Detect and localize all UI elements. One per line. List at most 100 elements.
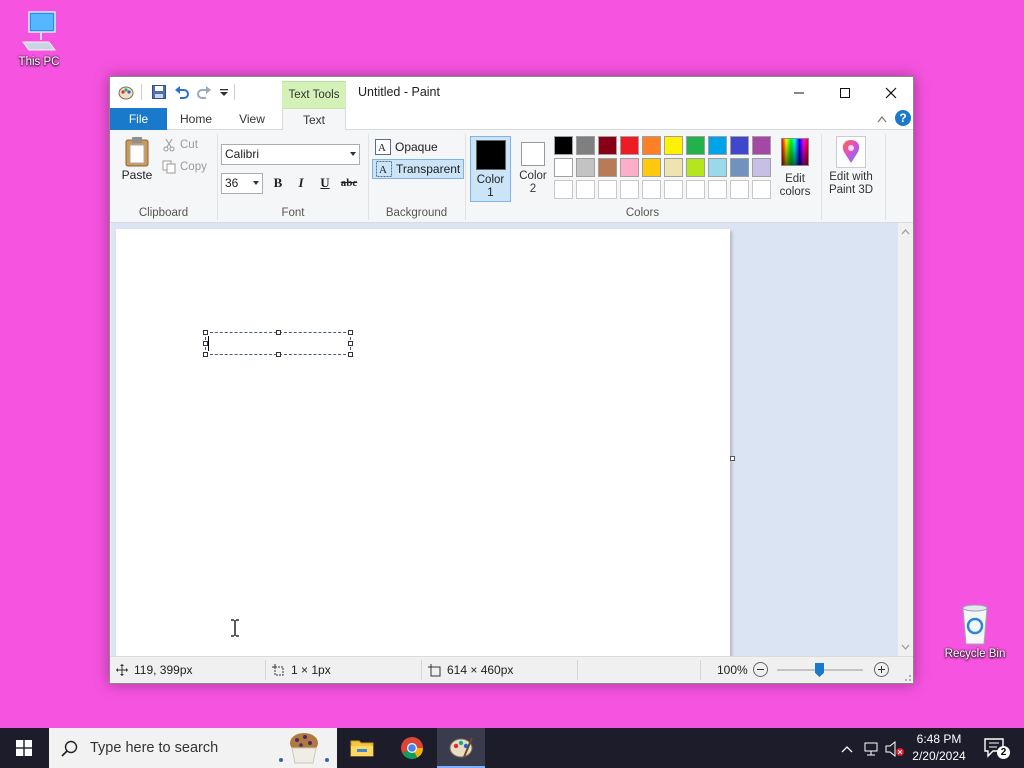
taskbar-clock[interactable]: 6:48 PM 2/20/2024	[905, 731, 973, 765]
canvas-scroll-area[interactable]	[111, 223, 898, 656]
palette-swatch[interactable]	[730, 158, 749, 177]
opaque-button[interactable]: A Opaque	[372, 137, 441, 157]
maximize-button[interactable]	[822, 77, 868, 108]
color2-button[interactable]: Color 2	[513, 136, 553, 202]
taskbar-file-explorer[interactable]	[338, 728, 386, 768]
edit-colors-label-2: colors	[779, 186, 811, 198]
show-hidden-icons-icon[interactable]	[840, 744, 854, 754]
custom-color-slot[interactable]	[642, 180, 661, 199]
redo-icon[interactable]	[196, 84, 212, 100]
scroll-up-icon[interactable]	[898, 225, 913, 239]
collapse-ribbon-icon[interactable]	[876, 114, 888, 124]
custom-color-slot[interactable]	[708, 180, 727, 199]
svg-text:A: A	[379, 164, 387, 176]
custom-color-slot[interactable]	[598, 180, 617, 199]
taskbar-paint[interactable]	[437, 728, 485, 768]
palette-swatch[interactable]	[598, 136, 617, 155]
taskbar-search-box[interactable]: Type here to search	[49, 728, 337, 768]
notification-center-button[interactable]: 2	[980, 728, 1020, 768]
rainbow-icon	[781, 138, 809, 166]
palette-swatch[interactable]	[708, 158, 727, 177]
zoom-slider-thumb[interactable]	[815, 663, 824, 677]
customize-toolbar-icon[interactable]	[216, 84, 232, 100]
cursor-position: 119, 399px	[116, 657, 193, 683]
font-size-select[interactable]: 36	[221, 173, 263, 194]
color1-button[interactable]: Color 1	[470, 136, 511, 202]
network-icon[interactable]	[862, 741, 880, 757]
transparent-button[interactable]: A Transparent	[372, 159, 465, 179]
palette-swatch[interactable]	[730, 136, 749, 155]
palette-swatch[interactable]	[642, 136, 661, 155]
paste-button[interactable]: Paste	[118, 136, 156, 188]
palette-swatch[interactable]	[554, 136, 573, 155]
palette-swatch[interactable]	[664, 158, 683, 177]
palette-swatch[interactable]	[642, 158, 661, 177]
paste-label: Paste	[121, 168, 153, 182]
undo-icon[interactable]	[174, 84, 190, 100]
custom-color-slot[interactable]	[686, 180, 705, 199]
palette-swatch[interactable]	[686, 136, 705, 155]
canvas-size: 614 × 460px	[428, 657, 513, 683]
scroll-down-icon[interactable]	[898, 640, 913, 654]
divider	[265, 660, 266, 680]
font-family-select[interactable]: Calibri	[221, 144, 360, 165]
taskbar-chrome[interactable]	[388, 728, 436, 768]
edit-colors-button[interactable]: Edit colors	[775, 136, 815, 202]
help-icon[interactable]: ?	[895, 110, 911, 126]
custom-color-slot[interactable]	[752, 180, 771, 199]
edit-with-paint3d-button[interactable]: Edit with Paint 3D	[824, 136, 878, 202]
palette-swatch[interactable]	[576, 136, 595, 155]
tab-file[interactable]: File	[110, 108, 167, 130]
custom-color-slot[interactable]	[576, 180, 595, 199]
paint-window: Text Tools Untitled - Paint File Home Vi…	[109, 76, 914, 684]
palette-swatch[interactable]	[752, 136, 771, 155]
save-icon[interactable]	[151, 84, 167, 100]
search-placeholder: Type here to search	[90, 740, 219, 756]
text-tools-contextual-label: Text Tools	[282, 81, 346, 108]
custom-color-slot[interactable]	[554, 180, 573, 199]
palette-swatch[interactable]	[576, 158, 595, 177]
custom-color-slot[interactable]	[664, 180, 683, 199]
paint-app-icon[interactable]	[118, 84, 134, 100]
vertical-scrollbar[interactable]	[898, 223, 913, 656]
palette-swatch[interactable]	[664, 136, 683, 155]
text-box[interactable]	[203, 330, 353, 357]
palette-swatch[interactable]	[752, 158, 771, 177]
palette-swatch[interactable]	[620, 136, 639, 155]
italic-button[interactable]: I	[291, 173, 311, 193]
minimize-button[interactable]	[776, 77, 822, 108]
palette-swatch[interactable]	[620, 158, 639, 177]
folder-icon	[350, 740, 374, 757]
strikethrough-button[interactable]: abc	[339, 173, 359, 193]
tab-home[interactable]: Home	[172, 108, 220, 130]
zoom-out-button[interactable]	[753, 662, 768, 677]
palette-swatch[interactable]	[708, 136, 727, 155]
color1-number: 1	[487, 187, 494, 199]
color1-label: Color	[476, 174, 505, 186]
desktop-icon-recycle-bin[interactable]: Recycle Bin	[940, 602, 1010, 660]
opaque-text-icon: A	[375, 139, 391, 155]
desktop-icon-this-pc[interactable]: This PC	[4, 10, 74, 68]
start-button[interactable]	[0, 728, 48, 768]
bold-button[interactable]: B	[268, 173, 288, 193]
copy-button[interactable]: Copy	[162, 160, 207, 174]
drawing-canvas[interactable]	[116, 229, 730, 656]
custom-color-slot[interactable]	[730, 180, 749, 199]
cut-button[interactable]: Cut	[162, 138, 198, 152]
close-button[interactable]	[868, 77, 914, 108]
tab-text[interactable]: Text	[282, 108, 346, 131]
custom-color-slot[interactable]	[620, 180, 639, 199]
selection-size-text: 1 × 1px	[291, 663, 331, 677]
volume-muted-icon[interactable]	[885, 741, 905, 757]
zoom-in-button[interactable]	[874, 662, 889, 677]
zoom-slider[interactable]	[777, 663, 863, 677]
palette-swatch[interactable]	[598, 158, 617, 177]
tab-view[interactable]: View	[228, 108, 276, 130]
palette-swatch[interactable]	[554, 158, 573, 177]
background-group-label: Background	[385, 207, 448, 219]
palette-swatch[interactable]	[686, 158, 705, 177]
underline-button[interactable]: U	[315, 173, 335, 193]
colors-group-label: Colors	[625, 207, 660, 219]
resize-grip-icon[interactable]	[902, 672, 912, 682]
canvas-resize-handle[interactable]	[730, 456, 735, 461]
